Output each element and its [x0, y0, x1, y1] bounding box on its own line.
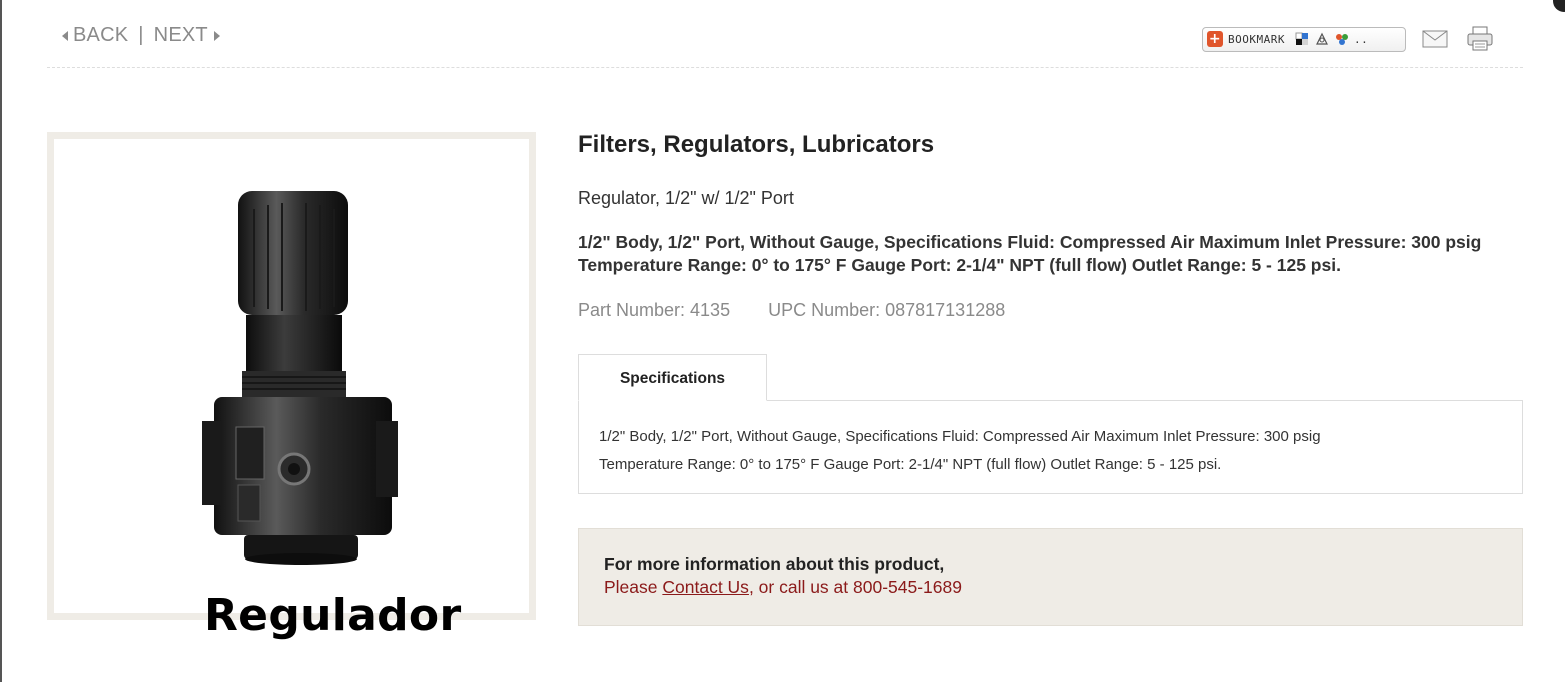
regulator-product-image: [202, 191, 398, 565]
bookmark-plus-icon: +: [1207, 31, 1223, 47]
contact-line: Please Contact Us, or call us at 800-545…: [604, 576, 1497, 599]
next-link[interactable]: NEXT: [154, 24, 208, 47]
bookmark-button[interactable]: + BOOKMARK ..: [1202, 26, 1406, 52]
image-caption: Regulador: [204, 590, 462, 641]
back-arrow-icon: [62, 30, 68, 41]
bookmark-more: ..: [1353, 32, 1369, 46]
tab-specifications[interactable]: Specifications: [578, 354, 767, 401]
part-info: Part Number: 4135 UPC Number: 08781713128…: [578, 300, 1005, 321]
next-arrow-icon: [213, 30, 220, 41]
mail-icon[interactable]: [1422, 29, 1448, 49]
contact-box: For more information about this product,…: [578, 528, 1523, 626]
spec-line-1: 1/2" Body, 1/2" Port, Without Gauge, Spe…: [599, 428, 1321, 445]
contact-please: Please: [604, 577, 663, 597]
product-category-title: Filters, Regulators, Lubricators: [578, 131, 935, 158]
contact-phone-text: , or call us at 800-545-1689: [748, 577, 962, 597]
pager-nav: BACK | NEXT: [62, 24, 220, 47]
print-icon[interactable]: [1466, 26, 1494, 52]
contact-us-link[interactable]: Contact Us: [662, 577, 749, 597]
nav-separator: |: [138, 24, 144, 46]
share-toolbar: + BOOKMARK ..: [1202, 26, 1494, 52]
header-divider: [47, 67, 1523, 68]
back-link[interactable]: BACK: [73, 24, 128, 47]
delicious-icon: [1295, 32, 1308, 45]
bookmark-label: BOOKMARK: [1228, 32, 1285, 46]
digg-icon: [1316, 32, 1328, 45]
product-description: 1/2" Body, 1/2" Port, Without Gauge, Spe…: [578, 232, 1482, 275]
window-frame-edge: [0, 0, 2, 682]
close-dot-icon[interactable]: [1553, 0, 1565, 12]
product-image-frame[interactable]: [47, 132, 536, 620]
upc-number: UPC Number: 087817131288: [768, 300, 1006, 320]
spec-line-2: Temperature Range: 0° to 175° F Gauge Po…: [599, 456, 1222, 473]
contact-heading: For more information about this product,: [604, 554, 945, 574]
part-number: Part Number: 4135: [578, 300, 731, 320]
specifications-panel: 1/2" Body, 1/2" Port, Without Gauge, Spe…: [578, 400, 1523, 494]
stumbleupon-icon: [1335, 34, 1348, 45]
product-name: Regulator, 1/2" w/ 1/2" Port: [578, 188, 794, 208]
